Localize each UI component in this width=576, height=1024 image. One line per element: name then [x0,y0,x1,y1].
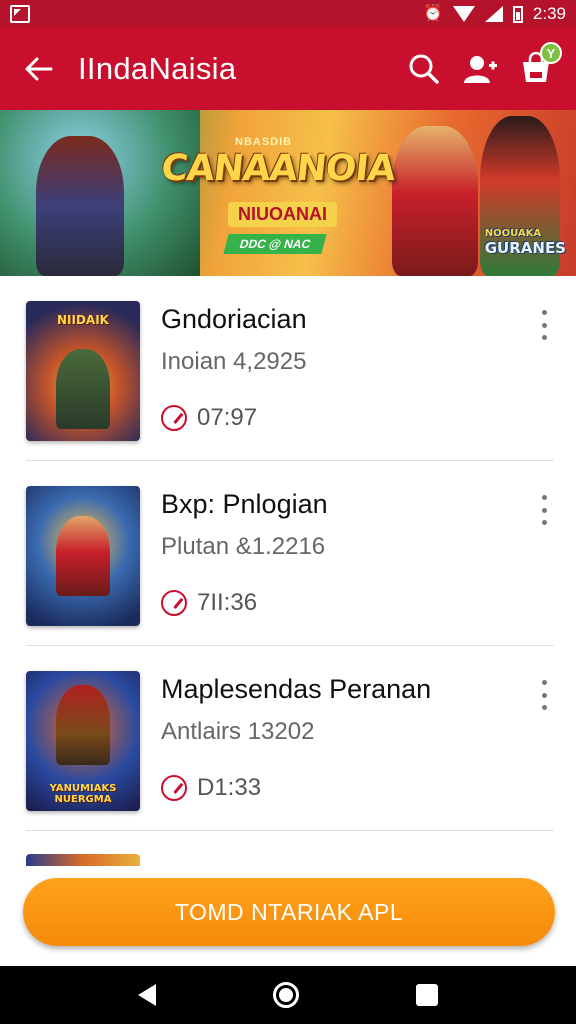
account-button[interactable] [452,28,508,110]
install-app-button[interactable]: TOMD NTARIAK APL [23,878,555,946]
dot [541,680,547,685]
banner-corner-small: NOOUAKA [484,228,542,239]
cta-area: TOMD NTARIAK APL [0,866,576,966]
game-thumbnail: NIIDAIK [26,301,140,441]
timer-icon [161,405,187,431]
dot [541,507,547,513]
thumbnail-label: NIIDAIK [57,313,109,327]
nav-recents-icon[interactable] [415,984,438,1006]
dot [541,495,547,500]
item-title: Gndoriacian [161,304,307,334]
status-bar: ⏰ 2:39 [0,0,576,28]
more-options-button[interactable] [534,680,554,710]
signal-icon [484,6,503,22]
nav-home-icon[interactable] [272,982,299,1008]
item-title: Maplesendas Peranan [161,674,432,704]
notification-icon [10,5,30,23]
timer-icon [161,590,187,616]
battery-icon [512,5,523,23]
item-time-value: D1:33 [197,774,262,801]
item-time: 07:97 [161,404,257,432]
app-bar: IIndaNaisia Y [0,28,576,110]
status-time: 2:39 [532,4,566,23]
nav-back-icon[interactable] [138,984,157,1006]
item-time: D1:33 [161,774,261,802]
game-thumbnail: YANUMIAKS NUERGMA [26,671,140,811]
dot [541,520,547,525]
item-time-value: 07:97 [197,404,258,431]
game-thumbnail [26,486,140,626]
game-list: NIIDAIK Gndoriacian Inoian 4,2925 07:97 … [0,276,576,831]
item-time-value: 7II:36 [197,589,258,616]
dot [541,705,547,710]
item-subtitle: Inoian 4,2925 [161,348,307,375]
app-title: IIndaNaisia [78,51,237,86]
account-icon [464,56,497,83]
banner-hero-right [392,126,478,276]
more-options-button[interactable] [534,495,554,525]
list-item[interactable]: YANUMIAKS NUERGMA Maplesendas Peranan An… [0,646,576,831]
status-icons: ⏰ 2:39 [423,4,566,24]
cart-button[interactable]: Y [508,28,564,110]
list-item[interactable]: NIIDAIK Gndoriacian Inoian 4,2925 07:97 [0,276,576,461]
item-subtitle: Antlairs 13202 [161,718,315,745]
wifi-icon [452,6,475,22]
list-item[interactable]: Bxp: Pnlogian Plutan &1.2216 7II:36 [0,461,576,646]
system-nav-bar [0,966,576,1024]
back-arrow-icon [25,57,53,81]
dot [541,335,547,340]
banner-badge: DDC @ NAC [223,234,328,254]
timer-icon [161,775,187,801]
back-button[interactable] [0,28,78,110]
banner-subtitle: NIUOANAI [228,202,337,227]
banner-title: CANAANOIA [159,148,397,189]
banner-corner-text: GURANES [484,239,566,257]
dot [541,310,547,315]
banner-hero-left [36,136,124,276]
item-time: 7II:36 [161,589,257,617]
alarm-icon: ⏰ [422,5,443,22]
item-subtitle: Plutan &1.2216 [161,533,326,560]
item-title: Bxp: Pnlogian [161,489,328,519]
search-button[interactable] [396,28,452,110]
thumbnail-hero [56,685,110,765]
dot [541,322,547,328]
thumbnail-label: YANUMIAKS NUERGMA [49,783,117,805]
divider [26,830,554,831]
search-icon [409,54,439,84]
banner-top-text: NBASDIB [235,136,293,148]
dot [541,692,547,698]
promo-banner[interactable]: NBASDIB CANAANOIA NIUOANAI DDC @ NAC NOO… [0,110,576,276]
banner-corner-logo: NOOUAKA GURANES [485,228,566,257]
more-options-button[interactable] [534,310,554,340]
thumbnail-hero [56,516,110,596]
thumbnail-hero [56,349,110,429]
cart-badge: Y [540,42,562,64]
